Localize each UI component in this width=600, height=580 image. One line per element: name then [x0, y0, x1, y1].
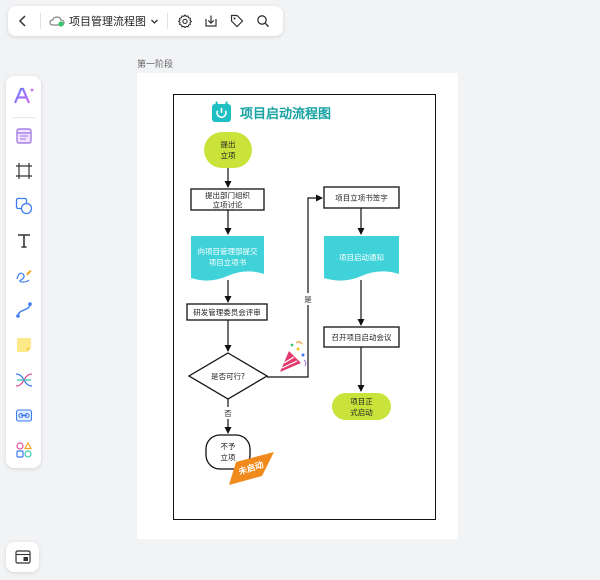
node-submit-text-1: 向项目管理部提交: [198, 246, 258, 256]
node-start-text-1: 提出: [221, 139, 236, 149]
node-notice[interactable]: 项目启动通知: [324, 236, 399, 281]
node-reject-text-1: 不予: [221, 442, 236, 451]
node-decision[interactable]: 是否可行?: [187, 352, 269, 400]
diagram-title-group: 项目启动流程图: [212, 101, 331, 122]
node-discuss-text-1: 提出部门组织: [205, 190, 250, 200]
node-start-text-2: 立项: [221, 150, 236, 160]
node-submit-text-2: 项目立项书: [209, 257, 247, 267]
node-decision-text: 是否可行?: [211, 371, 245, 381]
edge-label-yes-group: 是: [303, 293, 313, 305]
node-end-text-1: 项目正: [350, 397, 373, 406]
node-sign[interactable]: 项目立项书签字: [323, 186, 400, 209]
edge-label-no: 否: [224, 409, 232, 418]
edge-label-no-group: 否: [222, 407, 234, 419]
diagram-title: 项目启动流程图: [240, 106, 331, 122]
node-notice-text: 项目启动通知: [339, 252, 384, 262]
node-meeting-text: 召开项目启动会议: [332, 332, 392, 342]
node-review-text: 研发管理委员会评审: [193, 307, 261, 317]
node-discuss[interactable]: 提出部门组织 立项讨论: [190, 188, 265, 211]
node-sign-text: 项目立项书签字: [335, 193, 388, 203]
node-review[interactable]: 研发管理委员会评审: [186, 303, 268, 321]
party-popper-icon[interactable]: [280, 341, 307, 372]
power-calendar-icon: [212, 101, 231, 122]
node-end[interactable]: 项目正 式启动: [332, 393, 391, 420]
edge-decision-yes: [267, 194, 323, 378]
flowchart: 项目启动流程图 是 否 提出 立项 提出部门组织 立项讨论 向项目管理部提交 项…: [186, 101, 400, 485]
node-reject-text-2: 立项: [221, 452, 236, 462]
node-submit[interactable]: 向项目管理部提交 项目立项书: [191, 236, 264, 281]
node-discuss-text-2: 立项讨论: [213, 200, 243, 210]
node-meeting[interactable]: 召开项目启动会议: [323, 326, 400, 348]
node-end-text-2: 式启动: [350, 407, 373, 417]
edge-label-yes: 是: [304, 295, 312, 304]
node-start[interactable]: 提出 立项: [204, 132, 252, 168]
